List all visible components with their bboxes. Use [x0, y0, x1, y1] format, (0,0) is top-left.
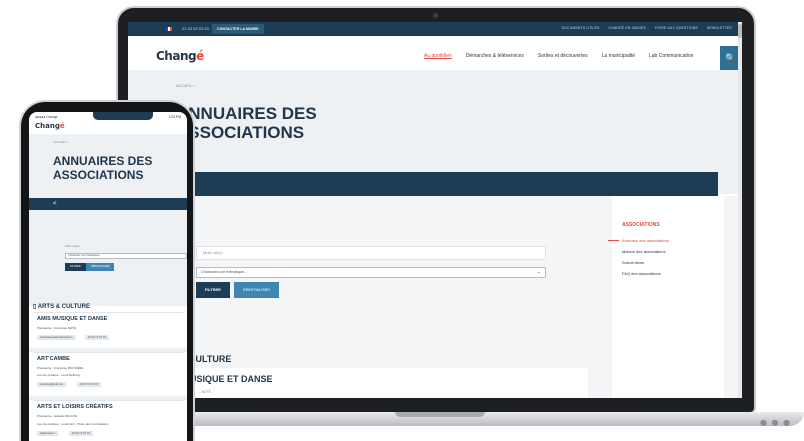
phone-screen: ●●●●● Orange 1:20 PM Changé ACCUEIL > AN… — [29, 112, 187, 441]
breadcrumb[interactable]: ACCUEIL > — [176, 84, 195, 88]
sidebar-item-faq[interactable]: FAQ des associations — [622, 271, 661, 276]
flag-icon — [166, 27, 172, 31]
association-card[interactable]: USIQUE ET DANSE nte : ... NÉTÉ — [180, 368, 588, 398]
reset-button[interactable]: RÉINITIALISER — [234, 282, 280, 298]
top-link[interactable]: CHANGÉ EN IMAGES — [609, 26, 647, 30]
sidebar-title: ASSOCIATIONS — [622, 222, 660, 228]
filter-form: Mots clé(s) Choisissez une thématique...… — [196, 246, 548, 306]
nav-item-municipalite[interactable]: La municipalité — [602, 53, 635, 59]
filter-button[interactable]: FILTRER — [196, 282, 230, 298]
nav-item-demarches[interactable]: Démarches & téléservices — [466, 53, 524, 59]
top-links: DOCUMENTS UTILES CHANGÉ EN IMAGES FOIRE … — [562, 26, 732, 30]
sidebar: ASSOCIATIONS Annuaire des associations M… — [608, 196, 724, 398]
top-link[interactable]: FOIRE AUX QUESTIONS — [655, 26, 698, 30]
phone-number[interactable]: 02 43 53 53 53 — [182, 26, 209, 31]
phone-reset-button[interactable]: RÉINITIALISER — [86, 263, 115, 271]
phone-notch — [93, 112, 153, 120]
sidebar-item-annuaire[interactable]: Annuaire des associations — [608, 238, 669, 243]
email-chip[interactable]: amismusiquedanse@orange.fr — [37, 335, 76, 340]
phone-breadcrumb[interactable]: ACCUEIL > — [53, 140, 68, 144]
email-chip[interactable]: alc@orange.fr — [37, 431, 59, 436]
association-president: Présidente : Françoise NÉTÉ — [37, 326, 76, 330]
phone-chip[interactable]: 06 XX XX XX XX — [85, 335, 110, 340]
clock-label: 1:20 PM — [168, 115, 181, 119]
phone-back-button[interactable]: < — [29, 198, 187, 210]
nav-menu: Au quotidien Démarches & téléservices So… — [424, 53, 693, 59]
phone-association-card[interactable]: AMIS MUSIQUE ET DANSE Présidente : Franç… — [33, 312, 183, 348]
laptop-notch — [395, 412, 485, 417]
association-name: ARTS ET LOISIRS CRÉATIFS — [37, 404, 113, 410]
theme-select-value: Choisissez une thématique... — [201, 270, 248, 274]
top-link[interactable]: NEWSLETTER — [707, 26, 732, 30]
chevron-down-icon: ⌄ — [536, 269, 541, 275]
association-name: USIQUE ET DANSE — [190, 374, 273, 384]
phone-category-heading: ▯ ARTS & CULTURE — [33, 304, 90, 310]
hero-band — [128, 172, 718, 196]
nav-item-lab[interactable]: Lab Communication — [649, 53, 693, 59]
email-chip[interactable]: artcambe@gmail.com — [37, 382, 67, 387]
scrollbar[interactable] — [738, 22, 742, 398]
nav-item-au-quotidien[interactable]: Au quotidien — [424, 53, 452, 59]
phone-chip[interactable]: 06 XX XX XX XX — [69, 431, 94, 436]
scrollbar-thumb[interactable] — [738, 24, 742, 38]
site-logo[interactable]: Changé — [156, 49, 204, 63]
phone-page-title: ANNUAIRES DES ASSOCIATIONS — [53, 154, 153, 182]
nav-item-sorties[interactable]: Sorties et découvertes — [538, 53, 588, 59]
association-president: Présidente : Isabelle MOULTE — [37, 414, 78, 418]
laptop-screen: 02 43 53 53 53 CONTACTER LA MAIRIE DOCUM… — [128, 22, 742, 398]
page-title: ANNUAIRES DES ASSOCIATIONS — [176, 104, 317, 142]
sidebar-item-subventions[interactable]: Subventions — [622, 260, 644, 265]
theme-select[interactable]: Choisissez une thématique... ⌄ — [196, 267, 546, 278]
phone-filter-button[interactable]: FILTRER — [65, 263, 86, 271]
association-president: Présidente : Françoise BOUVIÈRE — [37, 366, 84, 370]
laptop-camera — [433, 13, 438, 18]
laptop-led: ● ● ● — [760, 418, 792, 427]
mockup-stage: ● ● ● 02 43 53 53 53 CONTACTER LA MAIRIE… — [0, 0, 804, 441]
association-name: ART'CAMBE — [37, 356, 70, 362]
phone-association-card[interactable]: ART'CAMBE Présidente : Françoise BOUVIÈR… — [33, 352, 183, 396]
phone-keyword-input[interactable]: Mots clé(s) — [65, 244, 80, 248]
site-topbar: 02 43 53 53 53 CONTACTER LA MAIRIE DOCUM… — [128, 22, 742, 36]
association-name: AMIS MUSIQUE ET DANSE — [37, 316, 108, 322]
phone-category-label: ARTS & CULTURE — [37, 304, 90, 310]
phone-theme-select[interactable]: Choisissez une thématique... — [65, 253, 187, 259]
top-link[interactable]: DOCUMENTS UTILES — [562, 26, 600, 30]
association-location: Lieu de pratique : Local Bethany — [37, 373, 81, 377]
phone-chip[interactable]: 06 XX XX XX XX — [77, 382, 102, 387]
main-nav: Changé Au quotidien Démarches & téléserv… — [128, 46, 742, 70]
phone-association-card[interactable]: ARTS ET LOISIRS CRÉATIFS Présidente : Is… — [33, 400, 183, 441]
keyword-input[interactable]: Mots clé(s) — [196, 246, 546, 260]
association-location: Lieu de pratique : Local ALC - Place des… — [37, 422, 109, 426]
sidebar-item-maison[interactable]: Maison des associations — [622, 249, 666, 254]
phone-logo[interactable]: Changé — [35, 122, 65, 130]
carrier-label: ●●●●● Orange — [35, 115, 58, 119]
contact-button[interactable]: CONTACTER LA MAIRIE — [212, 24, 264, 34]
